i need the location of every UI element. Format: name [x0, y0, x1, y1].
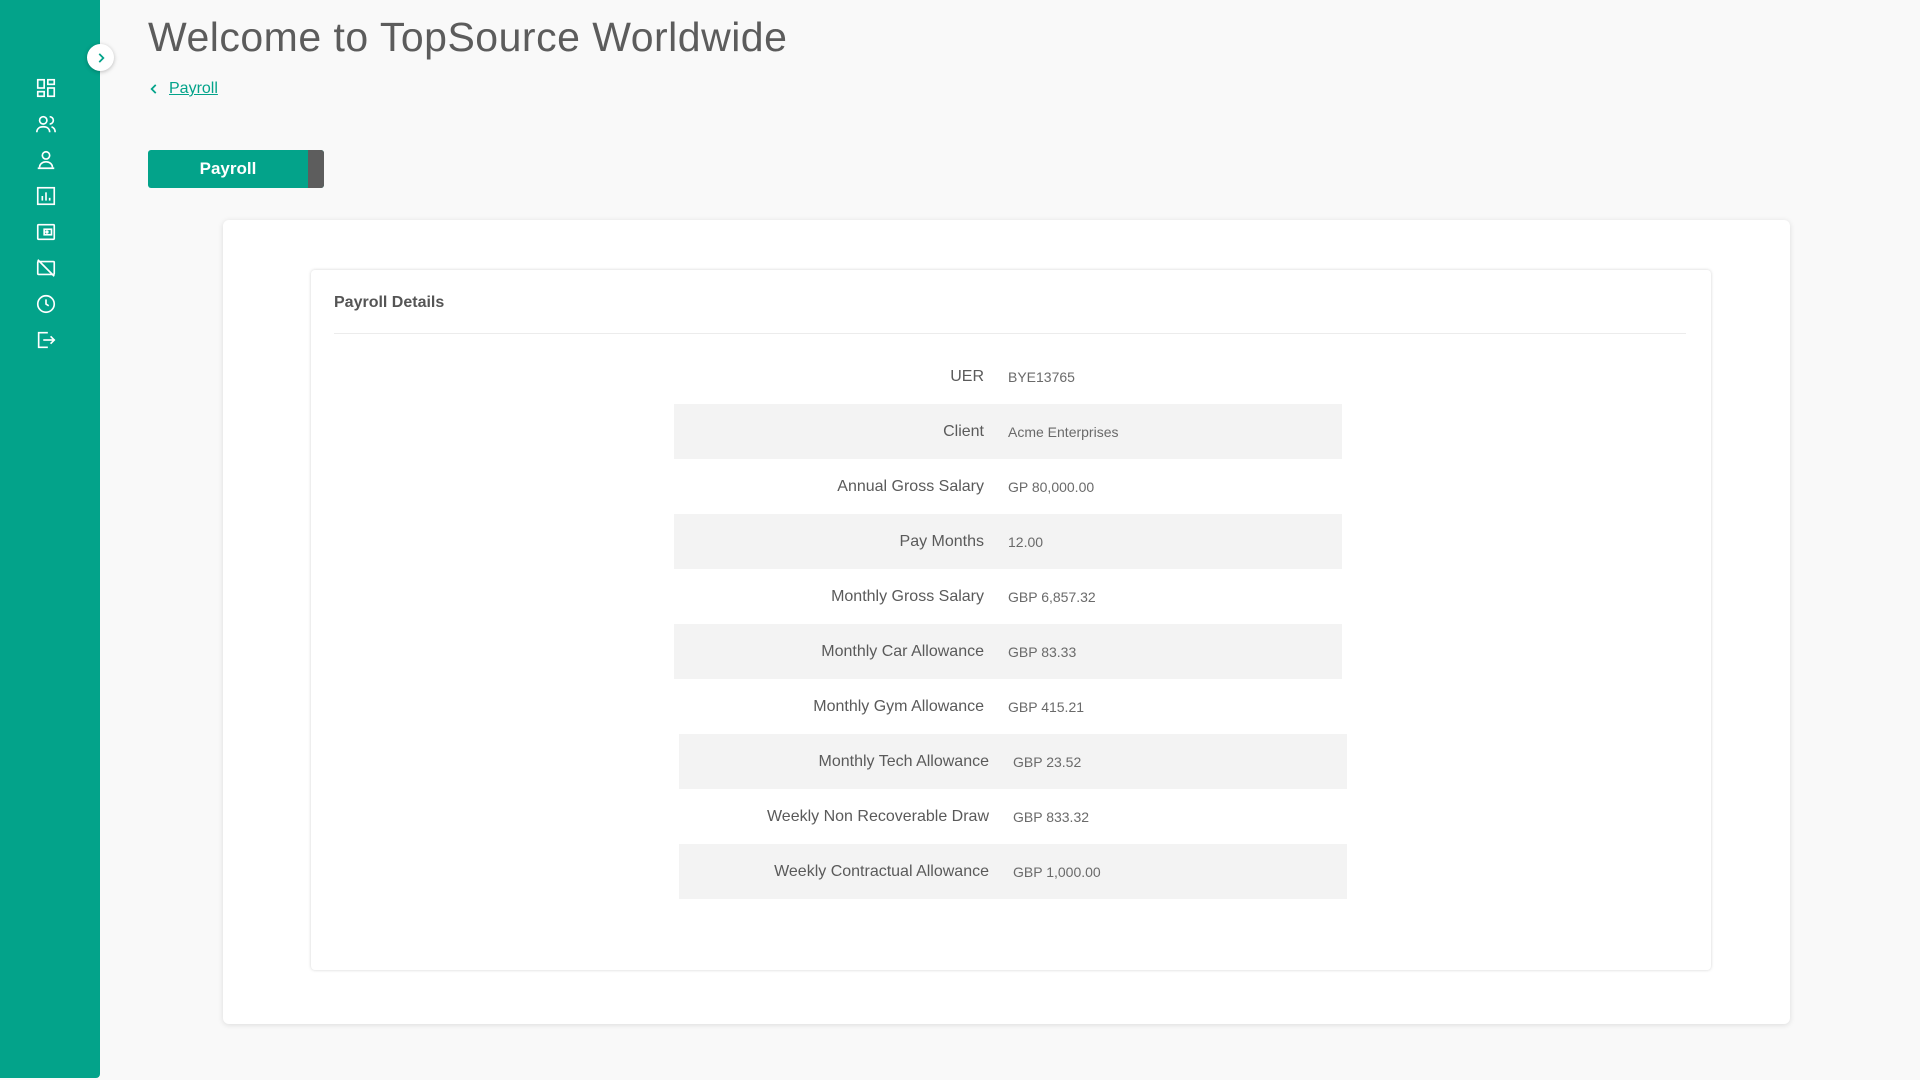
detail-row-pay-months: Pay Months 12.00: [674, 514, 1342, 569]
logout-icon[interactable]: [35, 329, 57, 351]
tab-payroll[interactable]: Payroll: [148, 150, 324, 188]
sidebar-nav: [35, 77, 61, 351]
no-camera-icon[interactable]: [35, 257, 57, 279]
detail-value: GP 80,000.00: [1008, 478, 1095, 495]
detail-row-monthly-gross-salary: Monthly Gross Salary GBP 6,857.32: [674, 569, 1342, 624]
detail-row-monthly-car-allowance: Monthly Car Allowance GBP 83.33: [674, 624, 1342, 679]
detail-label: Monthly Gym Allowance: [813, 697, 984, 715]
detail-label: Monthly Car Allowance: [821, 642, 984, 660]
breadcrumb: Payroll: [147, 80, 218, 98]
wallet-icon[interactable]: [35, 221, 57, 243]
payroll-details-list: UER BYE13765 Client Acme Enterprises Ann…: [674, 349, 1347, 899]
detail-label: UER: [950, 367, 984, 385]
payroll-details-card: Payroll Details UER BYE13765 Client Acme…: [311, 270, 1711, 970]
detail-value: Acme Enterprises: [1008, 423, 1119, 440]
detail-label: Annual Gross Salary: [837, 477, 984, 495]
clock-icon[interactable]: [35, 293, 57, 315]
detail-row-weekly-non-recoverable-draw: Weekly Non Recoverable Draw GBP 833.32: [679, 789, 1347, 844]
detail-value: GBP 23.52: [1013, 753, 1082, 770]
chevron-left-icon[interactable]: [147, 82, 161, 96]
detail-value: GBP 415.21: [1008, 698, 1085, 715]
detail-value: GBP 833.32: [1013, 808, 1090, 825]
dashboard-icon[interactable]: [35, 77, 57, 99]
detail-label: Weekly Contractual Allowance: [774, 862, 989, 880]
breadcrumb-back-link[interactable]: Payroll: [169, 80, 218, 98]
detail-row-monthly-tech-allowance: Monthly Tech Allowance GBP 23.52: [679, 734, 1347, 789]
detail-value: BYE13765: [1008, 368, 1075, 385]
detail-row-monthly-gym-allowance: Monthly Gym Allowance GBP 415.21: [674, 679, 1342, 734]
reports-icon[interactable]: [35, 185, 57, 207]
detail-value: 12.00: [1008, 533, 1044, 550]
detail-label: Pay Months: [899, 532, 984, 550]
chevron-right-icon: [98, 52, 105, 63]
sidebar-toggle-button[interactable]: [87, 44, 114, 71]
tab-payroll-label: Payroll: [199, 159, 257, 178]
tab-edge: [308, 150, 324, 188]
content-card: Payroll Details UER BYE13765 Client Acme…: [223, 220, 1790, 1024]
sidebar: [0, 0, 100, 1078]
detail-row-annual-gross-salary: Annual Gross Salary GP 80,000.00: [674, 459, 1342, 514]
page-title: Welcome to TopSource Worldwide: [148, 14, 788, 60]
detail-value: GBP 83.33: [1008, 643, 1077, 660]
detail-value: GBP 1,000.00: [1013, 863, 1101, 880]
detail-label: Client: [943, 422, 984, 440]
divider: [334, 333, 1686, 334]
detail-value: GBP 6,857.32: [1008, 588, 1096, 605]
card-title: Payroll Details: [334, 294, 445, 311]
person-icon[interactable]: [35, 149, 57, 171]
detail-row-client: Client Acme Enterprises: [674, 404, 1342, 459]
people-icon[interactable]: [35, 113, 57, 135]
detail-label: Monthly Gross Salary: [831, 587, 984, 605]
detail-row-uer: UER BYE13765: [674, 349, 1342, 404]
detail-label: Weekly Non Recoverable Draw: [766, 807, 989, 825]
detail-label: Monthly Tech Allowance: [818, 752, 989, 770]
detail-row-weekly-contractual-allowance: Weekly Contractual Allowance GBP 1,000.0…: [679, 844, 1347, 899]
